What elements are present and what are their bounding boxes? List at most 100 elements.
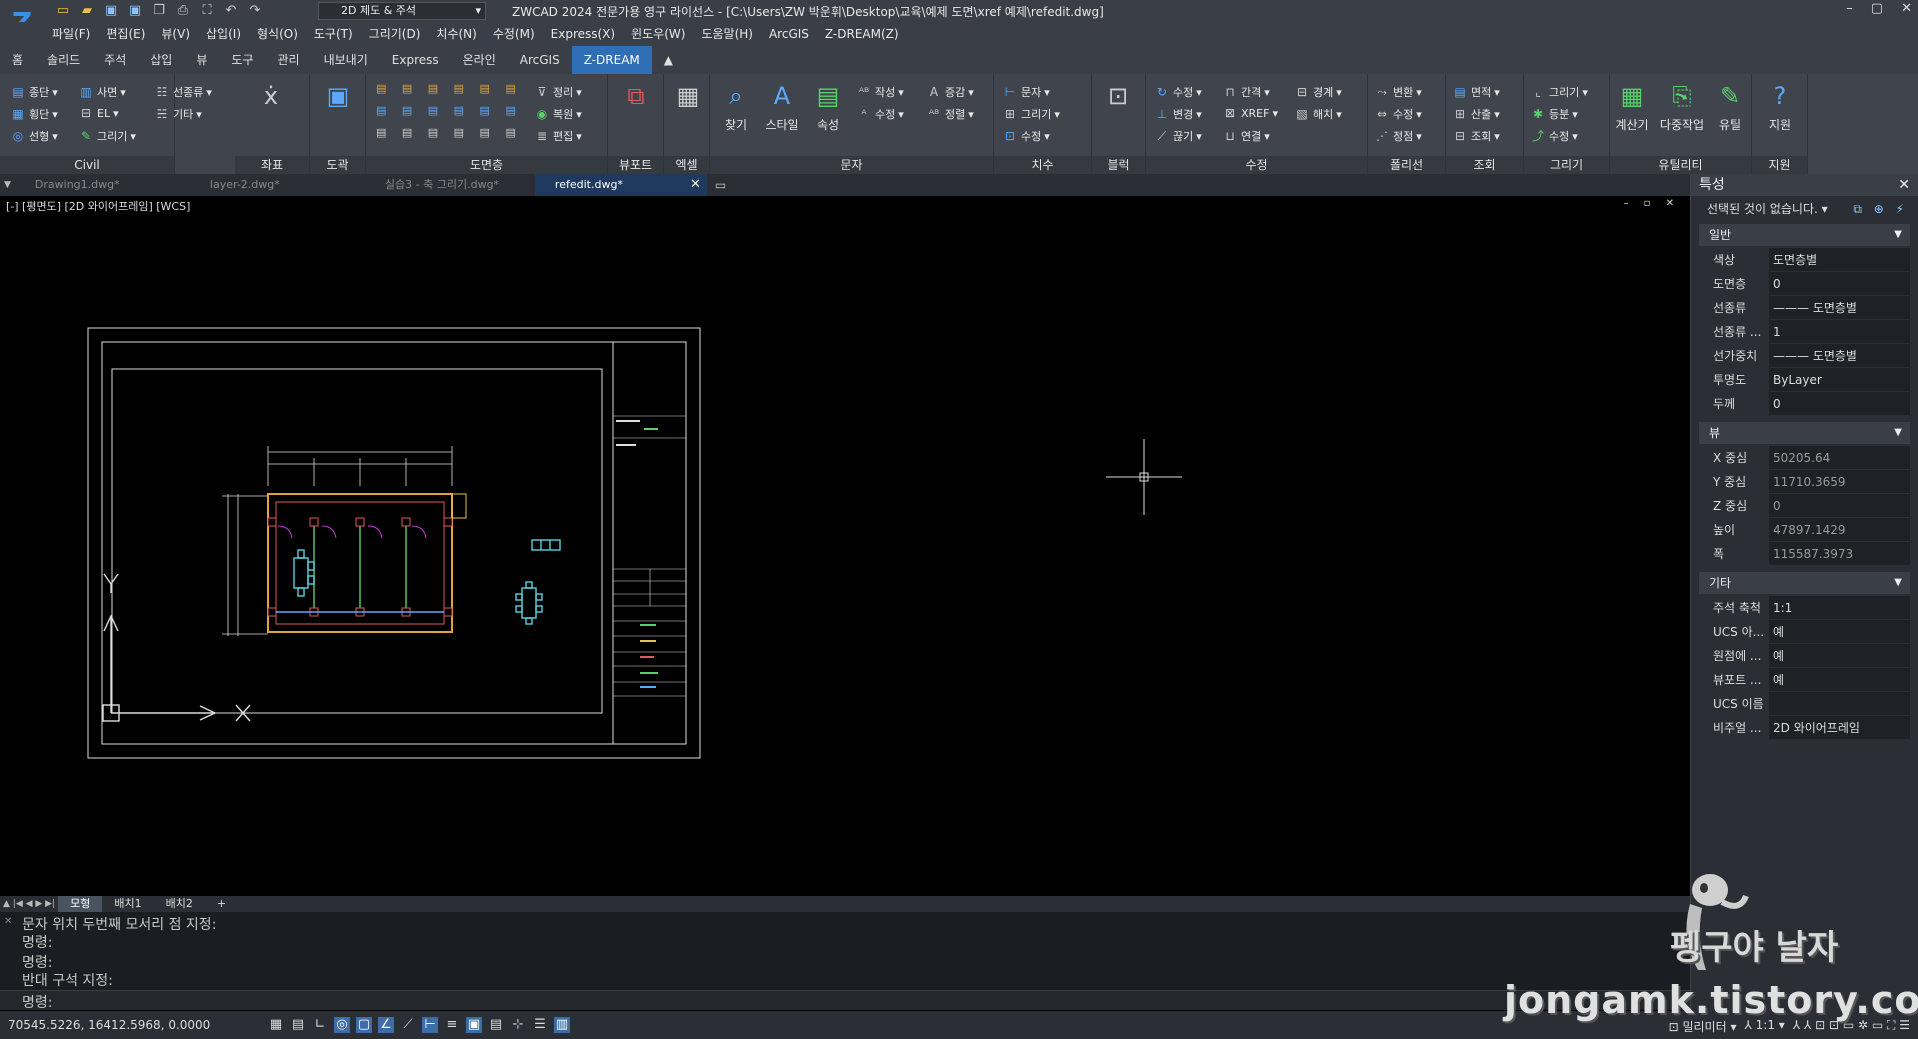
- tool-change[interactable]: ⊥ 변경 ▾: [1154, 106, 1202, 122]
- tool-join[interactable]: ⊔ 연결 ▾: [1222, 128, 1269, 144]
- quick-properties-icon[interactable]: ☰: [532, 1017, 548, 1033]
- tab-model[interactable]: 모형: [58, 896, 103, 912]
- property-value[interactable]: 0: [1769, 494, 1910, 518]
- property-value[interactable]: ——— 도면층별: [1769, 296, 1910, 320]
- group-general[interactable]: 일반 ▼: [1699, 224, 1910, 246]
- tool-layer-restore[interactable]: ◉ 복원 ▾: [534, 106, 582, 122]
- tab-layout2[interactable]: 배치2: [154, 896, 205, 912]
- tool-xref[interactable]: ⊠ XREF ▾: [1222, 106, 1278, 120]
- group-view[interactable]: 뷰 ▼: [1699, 422, 1910, 444]
- close-tab-icon[interactable]: ✕: [690, 174, 701, 196]
- property-row[interactable]: 색상 도면층별: [1699, 248, 1910, 272]
- menu-item[interactable]: 삽입(I): [198, 22, 249, 46]
- property-row[interactable]: 높이 47897.1429: [1699, 518, 1910, 542]
- maximize-icon[interactable]: ▢: [1871, 1, 1883, 16]
- menu-item[interactable]: 뷰(V): [153, 22, 198, 46]
- menu-item[interactable]: ArcGIS: [761, 22, 817, 46]
- property-row[interactable]: 뷰포트 ... 예: [1699, 668, 1910, 692]
- property-row[interactable]: X 중심 50205.64: [1699, 446, 1910, 470]
- group-misc[interactable]: 기타 ▼: [1699, 572, 1910, 594]
- close-icon[interactable]: ✕: [1901, 1, 1912, 16]
- ribbon-tab[interactable]: 삽입: [138, 46, 184, 74]
- model-space-icon[interactable]: ▥: [554, 1017, 570, 1033]
- ribbon-tab[interactable]: 주석: [92, 46, 138, 74]
- viewport-button[interactable]: ⧉: [614, 80, 658, 116]
- tool-jongdan[interactable]: ▤ 종단 ▾: [10, 84, 57, 100]
- selection-dropdown[interactable]: 선택된 것이 없습니다. ▾ ⧉ ⊕ ⚡: [1691, 196, 1918, 222]
- tool-break[interactable]: ⟋ 끊기 ▾: [1154, 128, 1202, 144]
- tool-etc[interactable]: ☵ 기타 ▾: [154, 106, 202, 122]
- tab-add-layout[interactable]: +: [205, 896, 238, 912]
- doc-tab-refedit[interactable]: refedit.dwg* ✕: [534, 174, 707, 196]
- ribbon-tab[interactable]: 홈: [0, 46, 35, 74]
- redo-icon[interactable]: ↷: [246, 2, 264, 20]
- tool-dim-text[interactable]: ⊢ 문자 ▾: [1002, 84, 1050, 100]
- grid-display-icon[interactable]: ▦: [268, 1017, 284, 1033]
- tool-hatch[interactable]: ▧ 해치 ▾: [1294, 106, 1341, 122]
- ribbon-tab[interactable]: 도구: [219, 46, 265, 74]
- close-icon[interactable]: ✕: [1898, 174, 1910, 196]
- ribbon-tab[interactable]: 내보내기: [312, 46, 380, 74]
- object-snap-tracking-icon[interactable]: ∠: [378, 1017, 394, 1033]
- property-value[interactable]: 예: [1769, 620, 1910, 644]
- tab-list-icon[interactable]: ▼: [0, 180, 15, 190]
- ribbon-tab[interactable]: 뷰: [184, 46, 219, 74]
- tool-draw-line[interactable]: ⌞ 그리기 ▾: [1530, 84, 1588, 100]
- property-row[interactable]: UCS 이름: [1699, 692, 1910, 716]
- menu-item[interactable]: Z-DREAM(Z): [817, 22, 907, 46]
- save-icon[interactable]: ▣: [102, 2, 120, 20]
- tab-layout1[interactable]: 배치1: [102, 896, 153, 912]
- minimize-icon[interactable]: –: [1846, 1, 1853, 16]
- undo-icon[interactable]: ↶: [222, 2, 240, 20]
- menu-item[interactable]: 그리기(D): [361, 22, 429, 46]
- quick-select-icons[interactable]: ⧉ ⊕ ⚡: [1853, 196, 1908, 222]
- lineweight-icon[interactable]: ≡: [444, 1017, 460, 1033]
- tool-text-modify[interactable]: ᴬ 수정 ▾: [856, 106, 903, 122]
- property-row[interactable]: 두께 0: [1699, 392, 1910, 416]
- menu-item[interactable]: 치수(N): [428, 22, 484, 46]
- coord-button[interactable]: ẋ: [249, 80, 293, 116]
- frame-button[interactable]: ▣: [316, 80, 360, 116]
- new-tab-icon[interactable]: ▭: [707, 178, 734, 192]
- support-button[interactable]: ? 지원: [1758, 80, 1802, 133]
- tool-dim-draw[interactable]: ⊞ 그리기 ▾: [1002, 106, 1060, 122]
- drawing-canvas[interactable]: [-] [평면도] [2D 와이어프레임] [WCS] – ▫ ✕: [0, 196, 1690, 896]
- style-button[interactable]: A 스타일: [760, 80, 804, 133]
- menu-item[interactable]: 도움말(H): [693, 22, 761, 46]
- object-snap-icon[interactable]: ▢: [356, 1017, 372, 1033]
- tool-modify[interactable]: ↻ 수정 ▾: [1154, 84, 1202, 100]
- property-row[interactable]: 주석 축척 1:1: [1699, 596, 1910, 620]
- property-value[interactable]: 47897.1429: [1769, 518, 1910, 542]
- tool-pl-modify[interactable]: ⇔ 수정 ▾: [1374, 106, 1422, 122]
- property-row[interactable]: Y 중심 11710.3659: [1699, 470, 1910, 494]
- menu-item[interactable]: 윈도우(W): [623, 22, 693, 46]
- menu-item[interactable]: 도구(T): [306, 22, 361, 46]
- ribbon-tab[interactable]: Z-DREAM: [571, 46, 652, 74]
- property-row[interactable]: Z 중심 0: [1699, 494, 1910, 518]
- multitask-button[interactable]: ⎘ 다중작업: [1658, 80, 1706, 133]
- layout-nav-icons[interactable]: ▲ |◀ ◀ ▶ ▶|: [0, 899, 58, 909]
- tool-linetype[interactable]: ☷ 선종류 ▾: [154, 84, 212, 100]
- tool-query[interactable]: ⊟ 조회 ▾: [1452, 128, 1500, 144]
- polar-tracking-icon[interactable]: ◎: [334, 1017, 350, 1033]
- property-row[interactable]: 선가중치 ——— 도면층별: [1699, 344, 1910, 368]
- tool-area[interactable]: ▤ 면적 ▾: [1452, 84, 1499, 100]
- tool-text-create[interactable]: ᴬᴮ 작성 ▾: [856, 84, 904, 100]
- tool-offset[interactable]: ⊓ 간격 ▾: [1222, 84, 1269, 100]
- tool-layer-clean[interactable]: ⊽ 정리 ▾: [534, 84, 582, 100]
- property-value[interactable]: 115587.3973: [1769, 542, 1910, 566]
- property-value[interactable]: ByLayer: [1769, 368, 1910, 392]
- tool-dim-modify[interactable]: ⊡ 수정 ▾: [1002, 128, 1050, 144]
- tool-el[interactable]: ⊟ EL ▾: [78, 106, 119, 120]
- print-icon[interactable]: ⎙: [174, 2, 192, 20]
- calculator-button[interactable]: ▦ 계산기: [1610, 80, 1654, 133]
- menu-item[interactable]: 파일(F): [44, 22, 98, 46]
- property-row[interactable]: 비주얼 ... 2D 와이어프레임: [1699, 716, 1910, 740]
- attribute-button[interactable]: ▤ 속성: [806, 80, 850, 133]
- doc-tab-layer2[interactable]: layer-2.dwg*: [190, 174, 365, 196]
- property-value[interactable]: 11710.3659: [1769, 470, 1910, 494]
- tool-draw-modify[interactable]: ⤴ 수정 ▾: [1530, 128, 1578, 144]
- snap-mode-icon[interactable]: ▤: [290, 1017, 306, 1033]
- ortho-icon[interactable]: ∟: [312, 1017, 328, 1033]
- tool-samyeon[interactable]: ▥ 사면 ▾: [78, 84, 125, 100]
